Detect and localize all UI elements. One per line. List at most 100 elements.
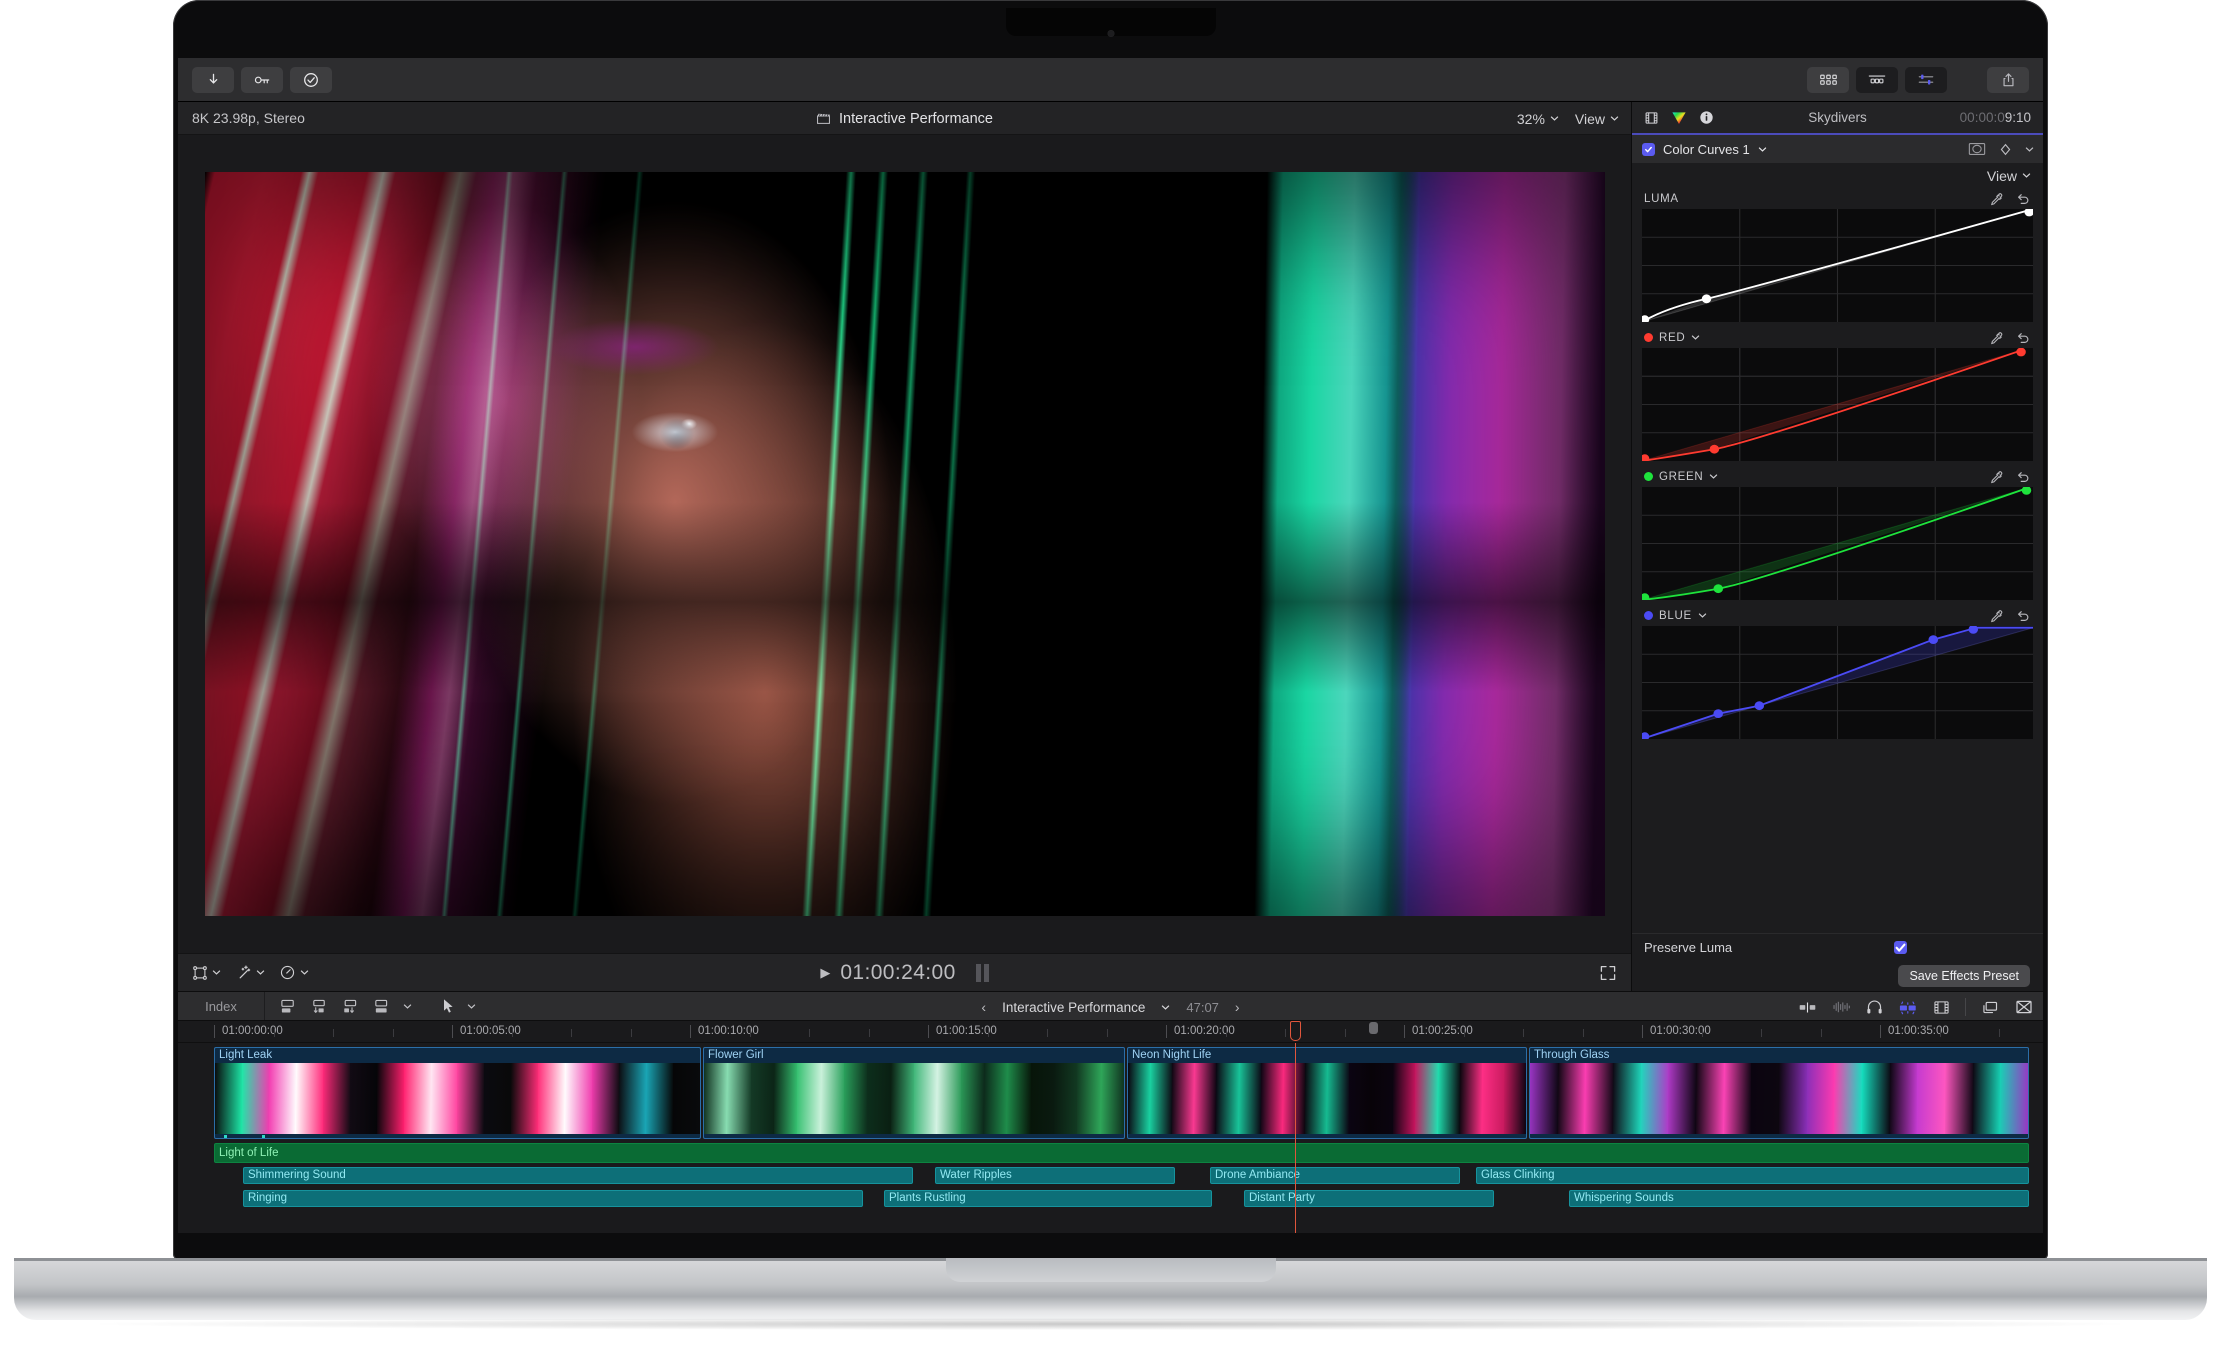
timeline-panel: Index ‹ Interactive Performance 47:07 › …	[178, 991, 2043, 1233]
connect-clip-icon[interactable]	[372, 998, 391, 1015]
chevron-down-icon[interactable]	[1709, 472, 1718, 481]
windows-icon[interactable]	[1981, 1000, 2000, 1015]
waveform-icon[interactable]	[1832, 1000, 1851, 1014]
timeline-index-label[interactable]: Index	[178, 999, 264, 1014]
camera-dot	[1107, 30, 1114, 37]
chevron-down-icon[interactable]	[403, 1002, 412, 1011]
curve-header-luma: LUMA	[1642, 188, 2033, 209]
chevron-down-icon[interactable]	[1698, 611, 1707, 620]
effect-enable-checkbox[interactable]	[1642, 142, 1655, 156]
thumbnail-frame	[773, 1063, 798, 1134]
ruler-tick	[928, 1025, 929, 1038]
timeline-scroll-thumb[interactable]	[1369, 1022, 1378, 1034]
viewer-fullscreen-button[interactable]	[1599, 954, 1617, 992]
curve-block-red: RED	[1642, 327, 2033, 461]
inspector-toggle-button[interactable]	[1905, 66, 1947, 93]
reset-arrow-icon[interactable]	[2016, 609, 2030, 623]
insert-clip-icon[interactable]	[310, 998, 329, 1015]
timeline-view-button[interactable]	[1856, 66, 1898, 93]
video-clip[interactable]: Through Glass	[1529, 1047, 2029, 1139]
viewer-title-group: Interactive Performance	[178, 102, 1631, 135]
inspector-view-menu[interactable]: View	[1632, 163, 2043, 188]
video-clip[interactable]: Neon Night Life	[1127, 1047, 1527, 1139]
retime-tool[interactable]	[279, 964, 309, 981]
reset-arrow-icon[interactable]	[2016, 470, 2030, 484]
keywords-button[interactable]	[241, 66, 283, 93]
reset-arrow-icon[interactable]	[2016, 192, 2030, 206]
append-clip-icon[interactable]	[279, 998, 298, 1015]
audio-clip[interactable]: Glass Clinking	[1476, 1167, 2029, 1184]
import-media-button[interactable]	[192, 66, 234, 93]
chevron-left-icon[interactable]: ‹	[981, 999, 986, 1015]
chevron-down-icon[interactable]	[2025, 145, 2034, 154]
preserve-luma-checkbox[interactable]	[1894, 940, 1907, 954]
clip-appearance-icon[interactable]	[1898, 1000, 1918, 1015]
video-preview-image[interactable]	[204, 172, 1605, 916]
browser-view-button[interactable]	[1807, 66, 1849, 93]
inspector-view-menu-inner[interactable]: View	[1987, 168, 2031, 184]
reset-arrow-icon[interactable]	[2016, 331, 2030, 345]
ruler-tick-minor	[809, 1029, 810, 1037]
timeline-project-name[interactable]: Interactive Performance	[1002, 1000, 1145, 1015]
enhance-tool[interactable]	[235, 964, 265, 981]
audio-clip[interactable]: Shimmering Sound	[243, 1167, 913, 1184]
chevron-down-icon[interactable]	[1691, 333, 1700, 342]
thumbnail-frame	[1415, 1063, 1438, 1134]
info-circle-icon[interactable]	[1699, 110, 1714, 125]
ruler-tick-minor	[1106, 1029, 1108, 1037]
timeline-tracks[interactable]: Light Leak Flower Girl Neon Night Life Thro…	[178, 1043, 2043, 1233]
viewer-timecode[interactable]: 01:00:24:00	[840, 961, 955, 985]
eyedropper-icon[interactable]	[1989, 331, 2003, 345]
eyedropper-icon[interactable]	[1989, 609, 2003, 623]
timeline-index-icon[interactable]	[2015, 999, 2033, 1015]
audio-clip[interactable]: Water Ripples	[935, 1167, 1175, 1184]
timeline-ruler[interactable]: 01:00:00:00 01:00:05:00 01:00:10:00 01:00:1…	[178, 1021, 2043, 1043]
audio-clip[interactable]: Ringing	[243, 1190, 863, 1207]
thumbnail-frame	[1806, 1063, 1835, 1134]
thumbnail-frame	[1238, 1063, 1261, 1134]
playhead-handle[interactable]	[1290, 1021, 1301, 1041]
overwrite-clip-icon[interactable]	[341, 998, 360, 1015]
chevron-right-icon[interactable]: ›	[1235, 999, 1240, 1015]
color-triangle-icon[interactable]	[1671, 111, 1687, 125]
curve-graph-blue[interactable]	[1642, 626, 2033, 739]
ruler-tick-minor	[1820, 1029, 1822, 1037]
audio-clip[interactable]: Drone Ambiance	[1210, 1167, 1460, 1184]
curve-graph-red[interactable]	[1642, 348, 2033, 461]
curve-svg-luma	[1642, 209, 2033, 322]
thumbnail-frame	[867, 1063, 891, 1134]
music-clip[interactable]: Light of Life	[214, 1143, 2029, 1163]
zoom-level-menu[interactable]: 32%	[1517, 111, 1559, 127]
share-button[interactable]	[1987, 66, 2029, 93]
analyze-button[interactable]	[290, 66, 332, 93]
filmstrip-icon[interactable]	[1933, 1000, 1950, 1015]
chevron-down-icon	[2022, 173, 2031, 178]
curve-graph-green[interactable]	[1642, 487, 2033, 600]
headphones-icon[interactable]	[1866, 999, 1883, 1015]
thumbnail-frame	[937, 1063, 961, 1134]
eyedropper-icon[interactable]	[1989, 470, 2003, 484]
transform-tool[interactable]	[192, 965, 221, 981]
curve-graph-luma[interactable]	[1642, 209, 2033, 322]
video-clip[interactable]: Flower Girl	[703, 1047, 1125, 1139]
video-clip[interactable]: Light Leak	[214, 1047, 701, 1139]
save-effects-preset-button[interactable]: Save Effects Preset	[1898, 964, 2030, 987]
mask-shape-icon[interactable]	[1968, 142, 1986, 156]
audio-clip[interactable]: Distant Party	[1244, 1190, 1494, 1207]
audio-clip[interactable]: Plants Rustling	[884, 1190, 1212, 1207]
chevron-down-icon[interactable]	[1758, 145, 1767, 154]
chevron-down-icon[interactable]	[1161, 1003, 1170, 1012]
chevron-down-icon[interactable]	[467, 1002, 476, 1011]
ruler-tick-minor	[273, 1029, 275, 1037]
ruler-tick	[1880, 1025, 1881, 1038]
eyedropper-icon[interactable]	[1989, 192, 2003, 206]
trim-icon[interactable]	[1798, 1001, 1817, 1014]
audio-clip[interactable]: Whispering Sounds	[1569, 1190, 2029, 1207]
playhead[interactable]	[1295, 1043, 1296, 1233]
keyframe-diamond-icon[interactable]	[1999, 143, 2012, 156]
viewer-view-menu[interactable]: View	[1575, 111, 1619, 127]
arrow-pointer-icon[interactable]	[442, 998, 455, 1014]
filmstrip-icon[interactable]	[1644, 111, 1659, 125]
app-toolbar	[178, 58, 2043, 102]
viewer-column: 8K 23.98p, Stereo Interactive Performanc…	[178, 102, 1631, 991]
